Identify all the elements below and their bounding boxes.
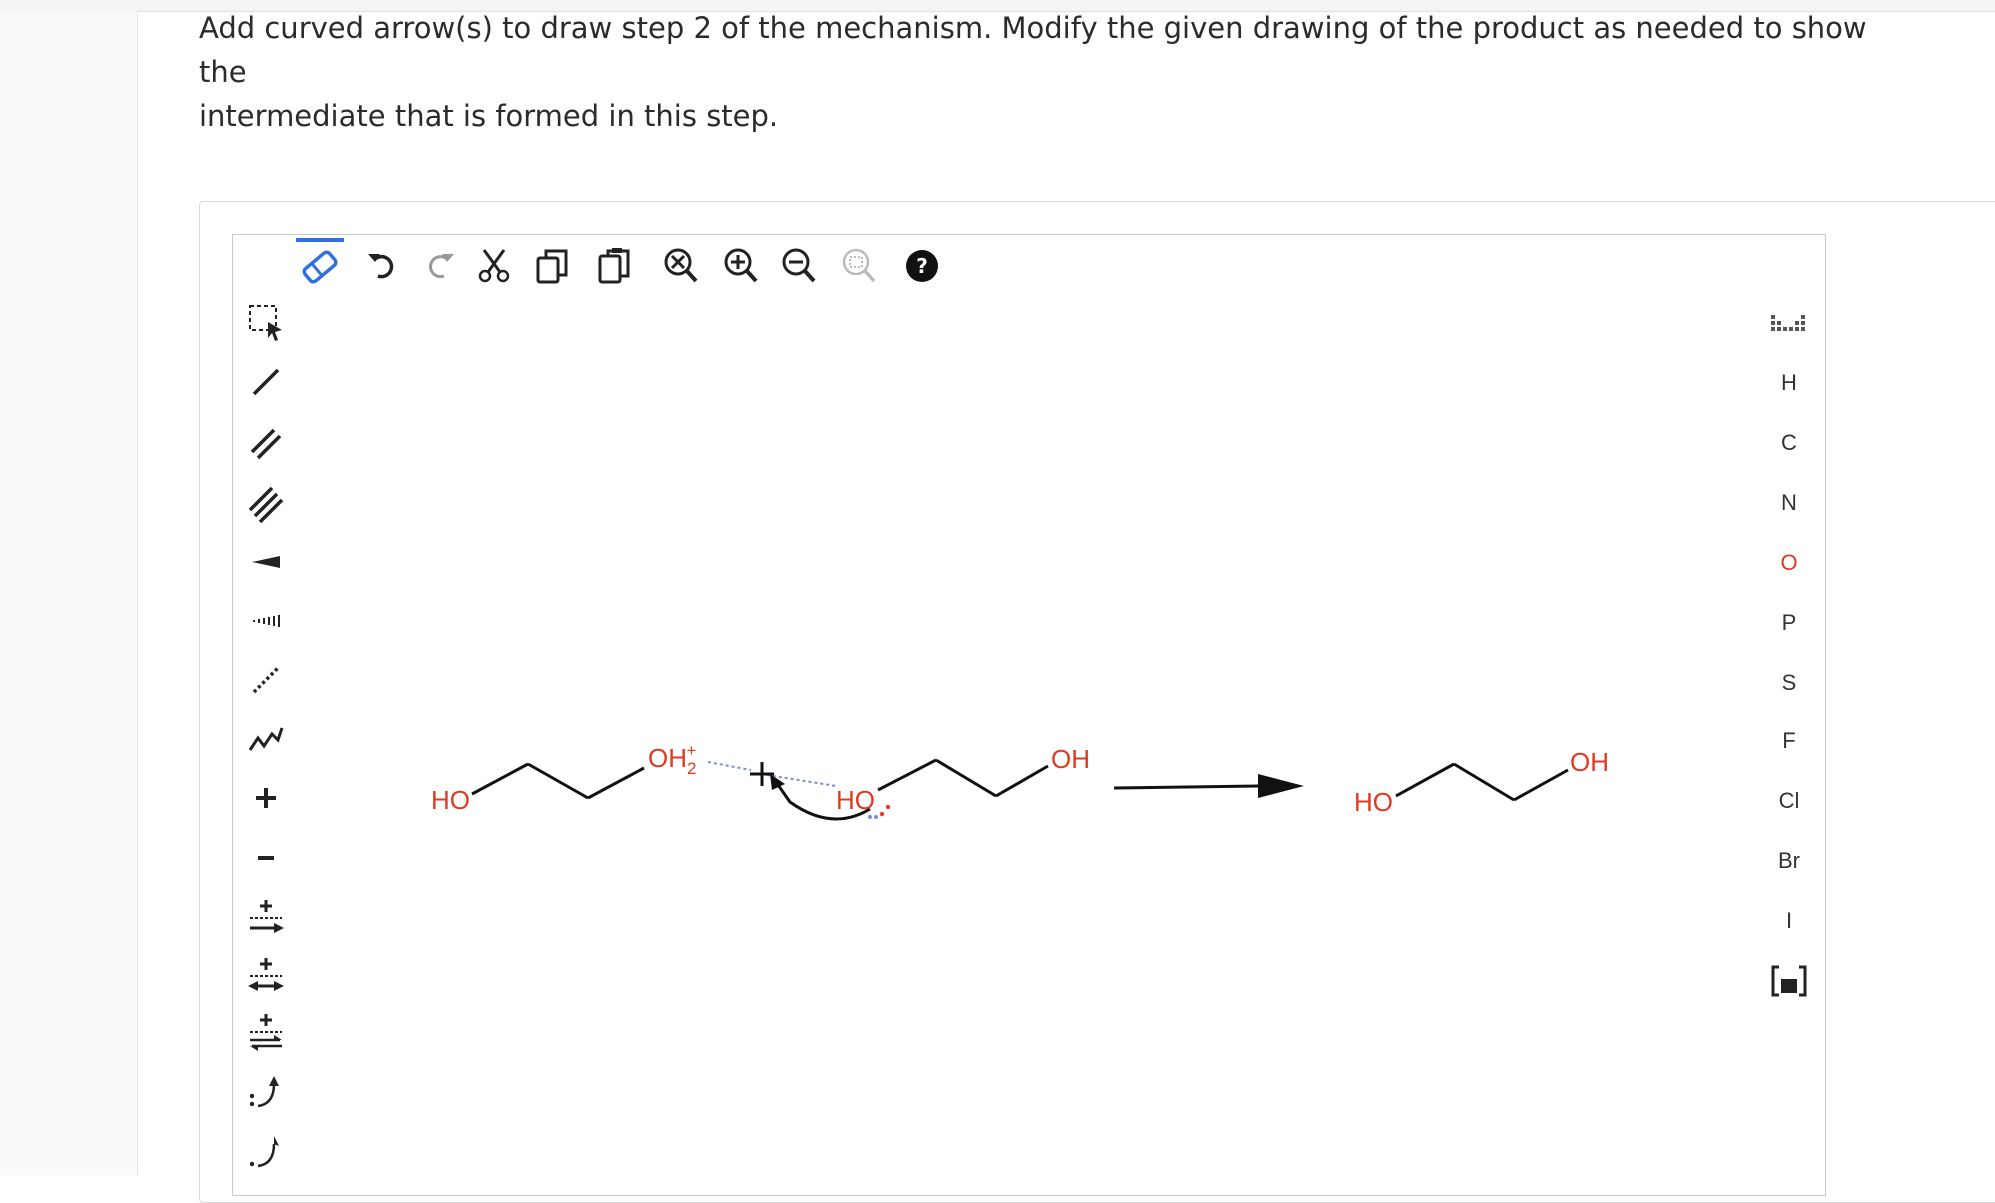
nucleophile-chain bbox=[877, 758, 1049, 798]
move-cursor-icon bbox=[750, 762, 774, 786]
double-bond-tool[interactable] bbox=[240, 416, 292, 468]
single-bond-tool[interactable] bbox=[240, 356, 292, 408]
chain-icon bbox=[248, 727, 284, 751]
help-icon: ? bbox=[906, 250, 938, 282]
element-n-button[interactable]: N bbox=[1754, 478, 1824, 528]
bracket-icon bbox=[1771, 965, 1807, 997]
single-electron-arrow-icon bbox=[249, 1136, 279, 1168]
product-oh-label: OH bbox=[1570, 747, 1609, 777]
single-bond-icon bbox=[252, 368, 280, 396]
eraser-button[interactable] bbox=[296, 238, 344, 292]
element-i-button[interactable]: I bbox=[1754, 896, 1824, 946]
dashed-bond-tool[interactable] bbox=[240, 654, 292, 706]
equilibrium-arrow-icon bbox=[250, 1014, 282, 1051]
cut-icon bbox=[478, 249, 510, 283]
redo-icon bbox=[429, 254, 454, 279]
drawing-canvas[interactable]: HO OH2+ HO OH HO OH bbox=[296, 296, 1754, 1168]
single-electron-arrow-tool[interactable] bbox=[240, 1126, 292, 1178]
hash-bond-tool[interactable] bbox=[240, 594, 292, 646]
svg-text:?: ? bbox=[916, 254, 928, 278]
element-f-button[interactable]: F bbox=[1754, 716, 1824, 766]
lone-pair-dot bbox=[879, 811, 885, 817]
zoom-reset-button[interactable] bbox=[836, 244, 884, 288]
resonance-arrow-icon bbox=[248, 958, 284, 991]
question-text: Add curved arrow(s) to draw step 2 of th… bbox=[199, 6, 1899, 138]
electron-pair-arrow-tool[interactable] bbox=[240, 1066, 292, 1118]
undo-button[interactable] bbox=[360, 244, 408, 288]
hash-bond-icon bbox=[253, 615, 280, 627]
bracket-button[interactable] bbox=[1754, 956, 1824, 1006]
equilibrium-arrow-tool[interactable] bbox=[240, 1006, 292, 1058]
nucleophile-ho-label: HO bbox=[836, 785, 875, 815]
chain-tool[interactable] bbox=[240, 712, 292, 764]
element-s-button[interactable]: S bbox=[1754, 658, 1824, 708]
negative-charge-tool[interactable] bbox=[240, 832, 292, 884]
curved-arrow-head bbox=[770, 774, 785, 790]
nucleophile-oh-label: OH bbox=[1051, 744, 1090, 774]
zoom-in-button[interactable] bbox=[718, 244, 766, 288]
reaction-arrow bbox=[1113, 784, 1259, 790]
dashed-bond-icon bbox=[252, 666, 280, 694]
selection-dot bbox=[868, 815, 872, 819]
positive-charge-tool[interactable] bbox=[240, 772, 292, 824]
element-c-button[interactable]: C bbox=[1754, 418, 1824, 468]
forward-arrow-tool[interactable] bbox=[240, 890, 292, 942]
help-button[interactable]: ? bbox=[898, 244, 946, 288]
product-ho-label: HO bbox=[1354, 787, 1393, 817]
periodic-table-icon bbox=[1771, 315, 1805, 331]
eraser-icon bbox=[302, 250, 338, 284]
triple-bond-tool[interactable] bbox=[240, 476, 292, 528]
paste-button[interactable] bbox=[590, 244, 638, 288]
element-p-button[interactable]: P bbox=[1754, 598, 1824, 648]
triple-bond-icon bbox=[248, 486, 284, 524]
forward-arrow-icon bbox=[250, 900, 284, 933]
reaction-arrow-head bbox=[1258, 774, 1304, 798]
reactant-ho-label: HO bbox=[431, 785, 470, 815]
electron-pair-arrow-icon bbox=[249, 1076, 279, 1108]
zoom-reset-icon bbox=[842, 248, 876, 283]
negative-charge-icon bbox=[258, 856, 274, 860]
paste-icon bbox=[598, 248, 630, 284]
undo-icon bbox=[368, 254, 394, 279]
periodic-table-button[interactable] bbox=[1754, 300, 1824, 350]
copy-button[interactable] bbox=[528, 244, 576, 288]
select-icon bbox=[249, 305, 282, 341]
element-cl-button[interactable]: Cl bbox=[1754, 776, 1824, 826]
element-br-button[interactable]: Br bbox=[1754, 836, 1824, 886]
zoom-in-icon bbox=[724, 248, 758, 283]
selection-dot-2 bbox=[874, 815, 878, 819]
element-palette: H C N O P S F Cl Br I bbox=[1754, 296, 1824, 1176]
product-chain bbox=[1395, 762, 1569, 802]
redo-button[interactable] bbox=[414, 244, 462, 288]
question-line-1: Add curved arrow(s) to draw step 2 of th… bbox=[199, 11, 1867, 89]
cut-button[interactable] bbox=[470, 244, 518, 288]
wedge-bond-icon bbox=[252, 556, 280, 568]
positive-charge-icon bbox=[256, 788, 276, 808]
zoom-out-icon bbox=[782, 248, 816, 283]
zoom-fit-icon bbox=[664, 248, 698, 283]
selection-guide bbox=[707, 761, 752, 771]
double-bond-icon bbox=[250, 428, 282, 460]
resonance-arrow-tool[interactable] bbox=[240, 948, 292, 1000]
question-line-2: intermediate that is formed in this step… bbox=[199, 99, 779, 133]
select-tool[interactable] bbox=[240, 296, 292, 348]
copy-icon bbox=[536, 249, 568, 284]
reactant-chain bbox=[471, 762, 645, 800]
left-rail bbox=[0, 11, 138, 1175]
oxonium-oh-label: OH2+ bbox=[648, 741, 696, 778]
wedge-bond-tool[interactable] bbox=[240, 536, 292, 588]
zoom-out-button[interactable] bbox=[776, 244, 824, 288]
element-o-button[interactable]: O bbox=[1754, 538, 1824, 588]
element-h-button[interactable]: H bbox=[1754, 358, 1824, 408]
lone-pair-dot-2 bbox=[885, 804, 891, 810]
editor-toolbar: ? bbox=[290, 234, 1760, 296]
zoom-fit-button[interactable] bbox=[658, 244, 706, 288]
left-toolbar bbox=[240, 296, 292, 1176]
